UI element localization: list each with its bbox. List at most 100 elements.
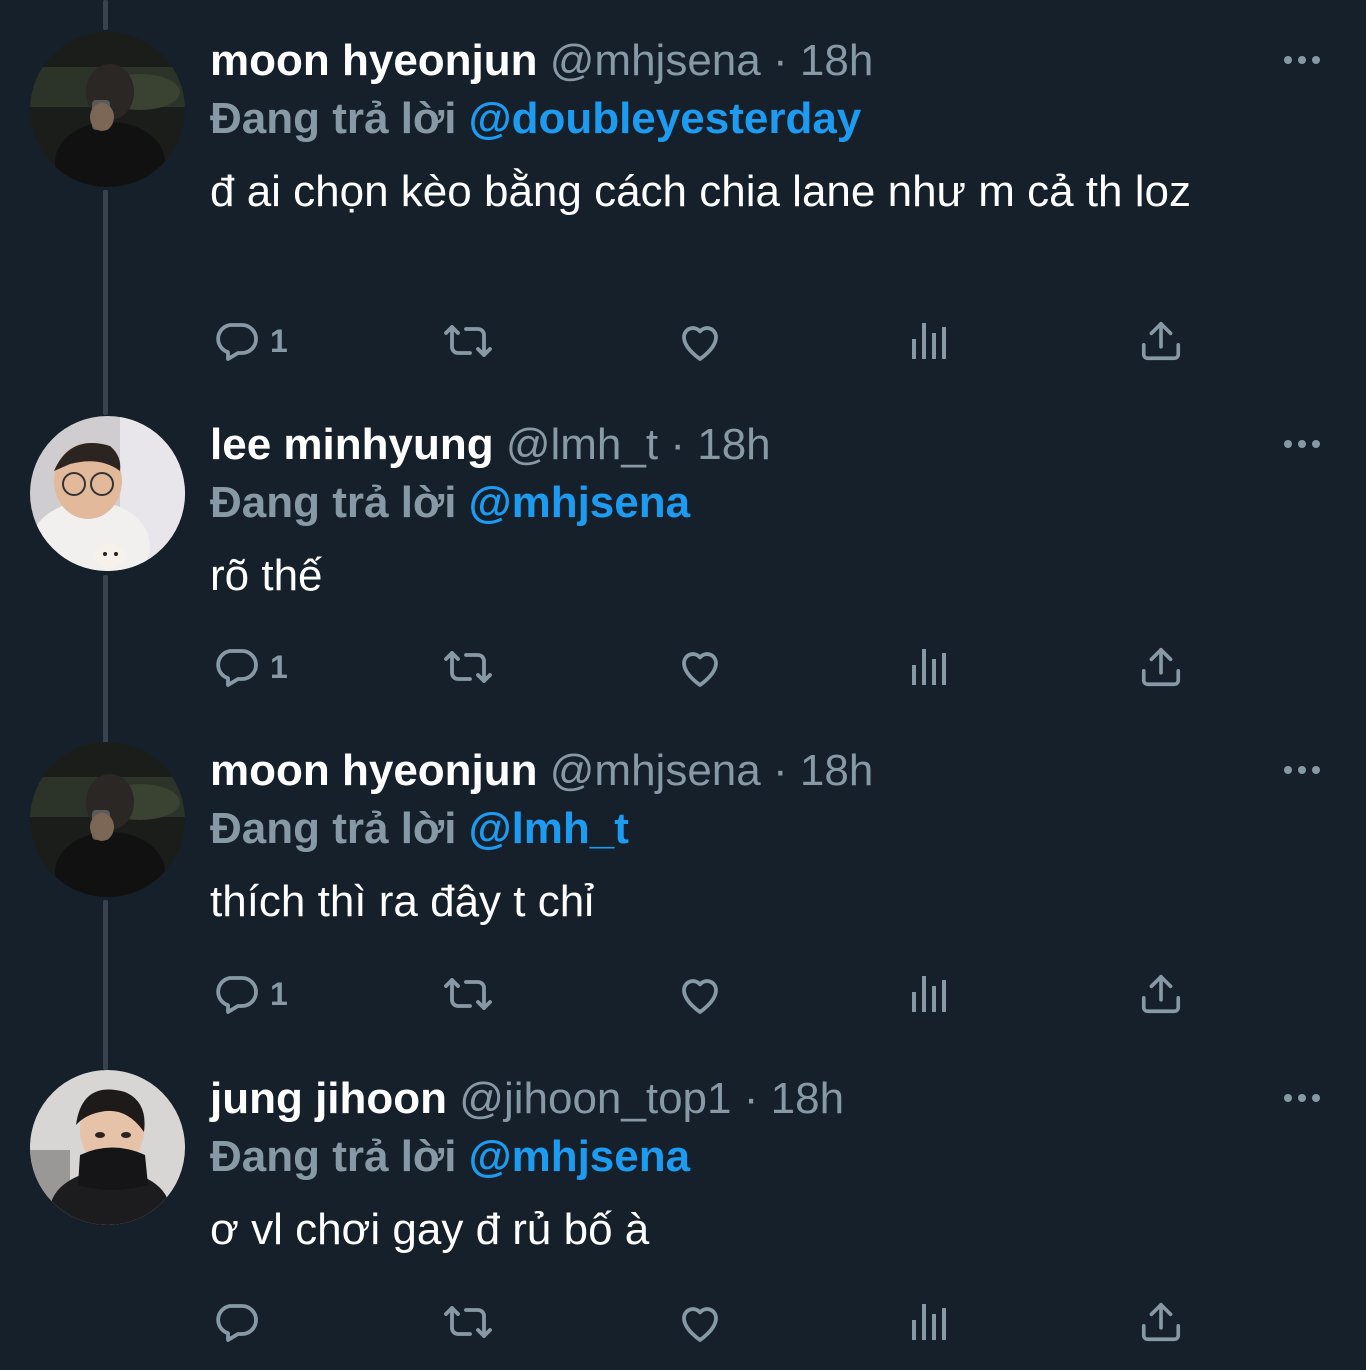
tweet-text: rõ thế [210,551,323,600]
share-icon [1138,318,1184,364]
views-icon [910,647,950,687]
tweet-content: moon hyeonjun @mhjsena · 18h Đang trả lờ… [210,742,1320,930]
tweet-header: jung jihoon @jihoon_top1 · 18h [210,1070,1320,1128]
like-button[interactable] [675,1294,725,1350]
views-button[interactable] [910,1294,950,1350]
timestamp[interactable]: 18h [800,746,873,795]
display-name[interactable]: lee minhyung [210,420,494,469]
retweet-button[interactable] [440,639,496,695]
share-button[interactable] [1138,1294,1184,1350]
share-icon [1138,1299,1184,1345]
replying-to-mention[interactable]: @mhjsena [469,478,690,527]
share-button[interactable] [1138,639,1184,695]
reply-count: 1 [270,648,288,685]
views-button[interactable] [910,313,950,369]
reply-button[interactable]: 1 [212,966,288,1022]
replying-to: Đang trả lời @mhjsena [210,474,1320,532]
user-handle[interactable]: @jihoon_top1 [459,1074,731,1123]
separator-dot: · [743,1074,759,1123]
display-name[interactable]: jung jihoon [210,1074,447,1123]
separator-dot: · [772,746,788,795]
like-button[interactable] [675,639,725,695]
share-button[interactable] [1138,966,1184,1022]
retweet-button[interactable] [440,313,496,369]
tweet-header: moon hyeonjun @mhjsena · 18h [210,742,1320,800]
avatar[interactable] [30,32,185,187]
timestamp[interactable]: 18h [800,36,873,85]
avatar[interactable] [30,416,185,571]
replying-to-label: Đang trả lời [210,478,457,527]
timestamp[interactable]: 18h [697,420,770,469]
tweet-text: ơ vl chơi gay đ rủ bố à [210,1205,650,1254]
tweet-actions: 1 [210,966,1210,1022]
user-handle[interactable]: @mhjsena [550,746,761,795]
views-icon [910,974,950,1014]
like-icon [675,970,725,1018]
conversation-thread: moon hyeonjun @mhjsena · 18h Đang trả lờ… [0,0,1366,1370]
tweet-header: lee minhyung @lmh_t · 18h [210,416,1320,474]
like-icon [675,317,725,365]
tweet-content: lee minhyung @lmh_t · 18h Đang trả lời @… [210,416,1320,604]
retweet-icon [440,643,496,691]
like-button[interactable] [675,966,725,1022]
tweet-actions [210,1294,1210,1350]
thread-connector-line [103,575,108,745]
reply-button[interactable]: 1 [212,639,288,695]
retweet-icon [440,970,496,1018]
tweet-header: moon hyeonjun @mhjsena · 18h [210,32,1320,90]
retweet-button[interactable] [440,966,496,1022]
retweet-icon [440,1298,496,1346]
replying-to: Đang trả lời @doubleyesterday [210,90,1320,148]
retweet-button[interactable] [440,1294,496,1350]
like-button[interactable] [675,313,725,369]
thread-connector-line [103,190,108,415]
reply-icon [212,970,260,1018]
tweet-actions: 1 [210,313,1210,369]
retweet-icon [440,317,496,365]
views-button[interactable] [910,639,950,695]
display-name[interactable]: moon hyeonjun [210,746,538,795]
replying-to-mention[interactable]: @lmh_t [469,804,629,853]
timestamp[interactable]: 18h [771,1074,844,1123]
thread-connector-line [103,900,108,1070]
like-icon [675,1298,725,1346]
replying-to-mention[interactable]: @doubleyesterday [469,94,862,143]
replying-to: Đang trả lời @lmh_t [210,800,1320,858]
replying-to-label: Đang trả lời [210,804,457,853]
like-icon [675,643,725,691]
more-options-icon[interactable] [1282,50,1322,70]
separator-dot: · [772,36,788,85]
share-icon [1138,971,1184,1017]
views-button[interactable] [910,966,950,1022]
reply-button[interactable] [212,1294,270,1350]
more-options-icon[interactable] [1282,434,1322,454]
reply-icon [212,317,260,365]
tweet-content: jung jihoon @jihoon_top1 · 18h Đang trả … [210,1070,1320,1258]
tweet-actions: 1 [210,639,1210,695]
replying-to-mention[interactable]: @mhjsena [469,1132,690,1181]
reply-button[interactable]: 1 [212,313,288,369]
more-options-icon[interactable] [1282,760,1322,780]
reply-count: 1 [270,975,288,1012]
more-options-icon[interactable] [1282,1088,1322,1108]
display-name[interactable]: moon hyeonjun [210,36,538,85]
avatar[interactable] [30,1070,185,1225]
avatar[interactable] [30,742,185,897]
tweet-text: thích thì ra đây t chỉ [210,877,594,926]
thread-connector-line [103,0,108,30]
user-handle[interactable]: @mhjsena [550,36,761,85]
reply-icon [212,1298,260,1346]
tweet-text: đ ai chọn kèo bằng cách chia lane như m … [210,167,1191,216]
replying-to-label: Đang trả lời [210,94,457,143]
views-icon [910,1302,950,1342]
tweet-content: moon hyeonjun @mhjsena · 18h Đang trả lờ… [210,32,1320,220]
reply-icon [212,643,260,691]
reply-count: 1 [270,322,288,359]
views-icon [910,321,950,361]
user-handle[interactable]: @lmh_t [506,420,658,469]
replying-to-label: Đang trả lời [210,1132,457,1181]
replying-to: Đang trả lời @mhjsena [210,1128,1320,1186]
share-icon [1138,644,1184,690]
separator-dot: · [670,420,685,469]
share-button[interactable] [1138,313,1184,369]
